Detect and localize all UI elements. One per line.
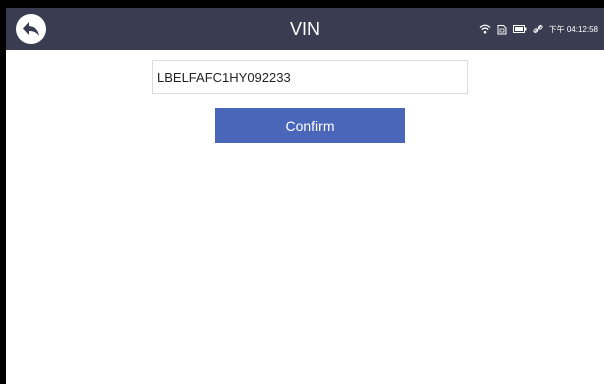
confirm-button[interactable]: Confirm (215, 108, 405, 143)
app-window: VIN 下午 04:12:58 LBELFAFC1HY092233 Confir… (6, 8, 604, 384)
wifi-icon (479, 24, 491, 34)
top-bar: VIN 下午 04:12:58 (6, 8, 604, 50)
status-bar: 下午 04:12:58 (479, 8, 598, 50)
back-arrow-icon (23, 22, 39, 36)
screen-frame: VIN 下午 04:12:58 LBELFAFC1HY092233 Confir… (0, 0, 604, 384)
vin-input[interactable] (152, 60, 468, 94)
status-time: 下午 04:12:58 (548, 24, 598, 34)
battery-icon (512, 25, 527, 33)
back-button[interactable] (16, 14, 46, 44)
link-icon (533, 24, 543, 34)
sd-card-icon (497, 24, 507, 34)
